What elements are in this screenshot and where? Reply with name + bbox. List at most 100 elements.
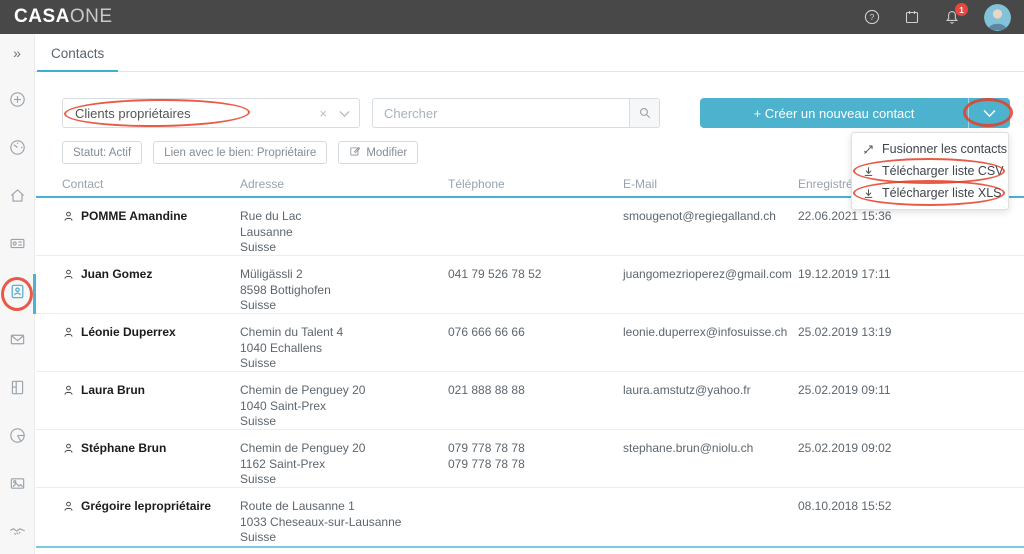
contact-name-cell: Léonie Duperrex [62,325,240,372]
address-line: 1033 Cheseaux-sur-Lausanne [240,515,448,531]
segment-filter-select[interactable]: Clients propriétaires × [62,98,360,128]
svg-text:?: ? [870,12,875,22]
tab-bar: Contacts [35,34,1024,72]
registered-cell: 25.02.2019 13:19 [798,325,1024,372]
contact-name: Juan Gomez [81,267,152,281]
address-line: 8598 Bottighofen [240,283,448,299]
column-header[interactable]: Téléphone [448,177,623,191]
phone-line: 079 778 78 78 [448,441,623,457]
calendar-icon[interactable] [904,9,920,25]
create-contact-button[interactable]: + Créer un nouveau contact [700,98,968,128]
create-contact-split-button: + Créer un nouveau contact [700,98,1010,128]
sidebar-item-properties[interactable] [0,222,35,270]
tab-contacts[interactable]: Contacts [37,46,118,72]
address-line: 1040 Echallens [240,341,448,357]
registered-cell: 19.12.2019 17:11 [798,267,1024,314]
filter-chip-2[interactable]: Lien avec le bien: Propriétaire [153,141,327,164]
menu-item-label: Télécharger liste XLS [882,186,1002,200]
chevron-down-icon[interactable] [339,110,350,118]
filter-chip-1[interactable]: Statut: Actif [62,141,142,164]
sidebar-item-home[interactable] [0,174,35,222]
column-header[interactable]: E-Mail [623,177,798,191]
sidebar-item-gallery[interactable] [0,462,35,510]
address-line: 1040 Saint-Prex [240,399,448,415]
logo-bold: CASA [14,6,70,27]
sidebar-nav [0,78,34,554]
phone-cell: 079 778 78 78079 778 78 78 [448,441,623,488]
download-icon [862,187,875,200]
email-cell: juangomezrioperez@gmail.com [623,267,798,314]
address-line: Suisse [240,356,448,372]
help-icon[interactable]: ? [864,9,880,25]
image-icon [9,475,26,497]
person-icon [62,500,75,513]
gauge-icon [9,139,26,161]
column-header[interactable]: Adresse [240,177,448,191]
menu-item-merge-contacts[interactable]: Fusionner les contacts [852,138,1008,160]
top-header-bar: CASAONE ? 1 [0,0,1024,34]
menu-item-download-csv[interactable]: Télécharger liste CSV [852,160,1008,182]
user-avatar[interactable] [984,4,1011,31]
segment-filter-value: Clients propriétaires [75,106,191,121]
address-line: Müligässli 2 [240,267,448,283]
app-logo: CASAONE [14,6,113,28]
email-cell: laura.amstutz@yahoo.fr [623,383,798,430]
registered-cell: 25.02.2019 09:02 [798,441,1024,488]
sidebar-item-messages[interactable] [0,318,35,366]
person-icon [62,326,75,339]
sidebar: » [0,34,35,554]
filter-chip-3[interactable]: Modifier [338,141,418,164]
table-row[interactable]: Laura BrunChemin de Penguey 201040 Saint… [36,372,1024,430]
phone-cell [448,499,623,546]
contact-name-cell: Laura Brun [62,383,240,430]
menu-item-download-xls[interactable]: Télécharger liste XLS [852,182,1008,204]
email-cell: leonie.duperrex@infosuisse.ch [623,325,798,372]
pie-chart-icon [9,427,26,449]
filter-chip-label: Statut: Actif [73,147,131,159]
contact-name: Léonie Duperrex [81,325,176,339]
registered-cell: 22.06.2021 15:36 [798,209,1024,256]
email-cell: stephane.brun@niolu.ch [623,441,798,488]
search-input[interactable] [373,99,629,127]
table-row[interactable]: Léonie DuperrexChemin du Talent 41040 Ec… [36,314,1024,372]
filter-chips: Statut: Actif Lien avec le bien: Propriét… [62,141,418,164]
sidebar-item-add[interactable] [0,78,35,126]
bell-icon[interactable]: 1 [944,9,960,25]
menu-item-label: Fusionner les contacts [882,142,1007,156]
person-icon [62,210,75,223]
address-cell: Müligässli 28598 BottighofenSuisse [240,267,448,314]
phone-cell: 021 888 88 88 [448,383,623,430]
search-button[interactable] [629,99,659,127]
create-contact-menu-toggle[interactable] [968,98,1010,128]
logo-light: ONE [70,6,113,27]
address-cell: Rue du LacLausanneSuisse [240,209,448,256]
contact-name-cell: Grégoire lepropriétaire [62,499,240,546]
sidebar-item-dashboard[interactable] [0,126,35,174]
column-header[interactable]: Contact [62,177,240,191]
contact-name-cell: POMME Amandine [62,209,240,256]
address-line: 1162 Saint-Prex [240,457,448,473]
filter-chip-label: Lien avec le bien: Propriétaire [164,147,316,159]
address-line: Suisse [240,472,448,488]
table-row[interactable]: Stéphane BrunChemin de Penguey 201162 Sa… [36,430,1024,488]
address-line: Rue du Lac [240,209,448,225]
ledger-icon [9,379,26,401]
table-body: POMME AmandineRue du LacLausanneSuissesm… [36,198,1024,548]
table-row[interactable]: Grégoire lepropriétaireRoute de Lausanne… [36,488,1024,546]
clear-icon[interactable]: × [319,106,327,121]
address-line: Suisse [240,240,448,256]
contact-name-cell: Stéphane Brun [62,441,240,488]
phone-cell: 076 666 66 66 [448,325,623,372]
sidebar-expand-toggle[interactable]: » [0,34,34,72]
sidebar-item-partners[interactable] [0,510,35,554]
registered-cell: 08.10.2018 15:52 [798,499,1024,546]
address-line: Route de Lausanne 1 [240,499,448,515]
table-row[interactable]: Juan Gomez Müligässli 28598 BottighofenSu… [36,256,1024,314]
address-line: Lausanne [240,225,448,241]
sidebar-item-documents[interactable] [0,366,35,414]
address-cell: Chemin de Penguey 201162 Saint-PrexSuiss… [240,441,448,488]
sidebar-item-reports[interactable] [0,414,35,462]
property-card-icon [9,235,26,257]
context-menu: Fusionner les contacts Télécharger liste … [851,132,1009,210]
sidebar-item-contacts[interactable] [0,270,35,318]
